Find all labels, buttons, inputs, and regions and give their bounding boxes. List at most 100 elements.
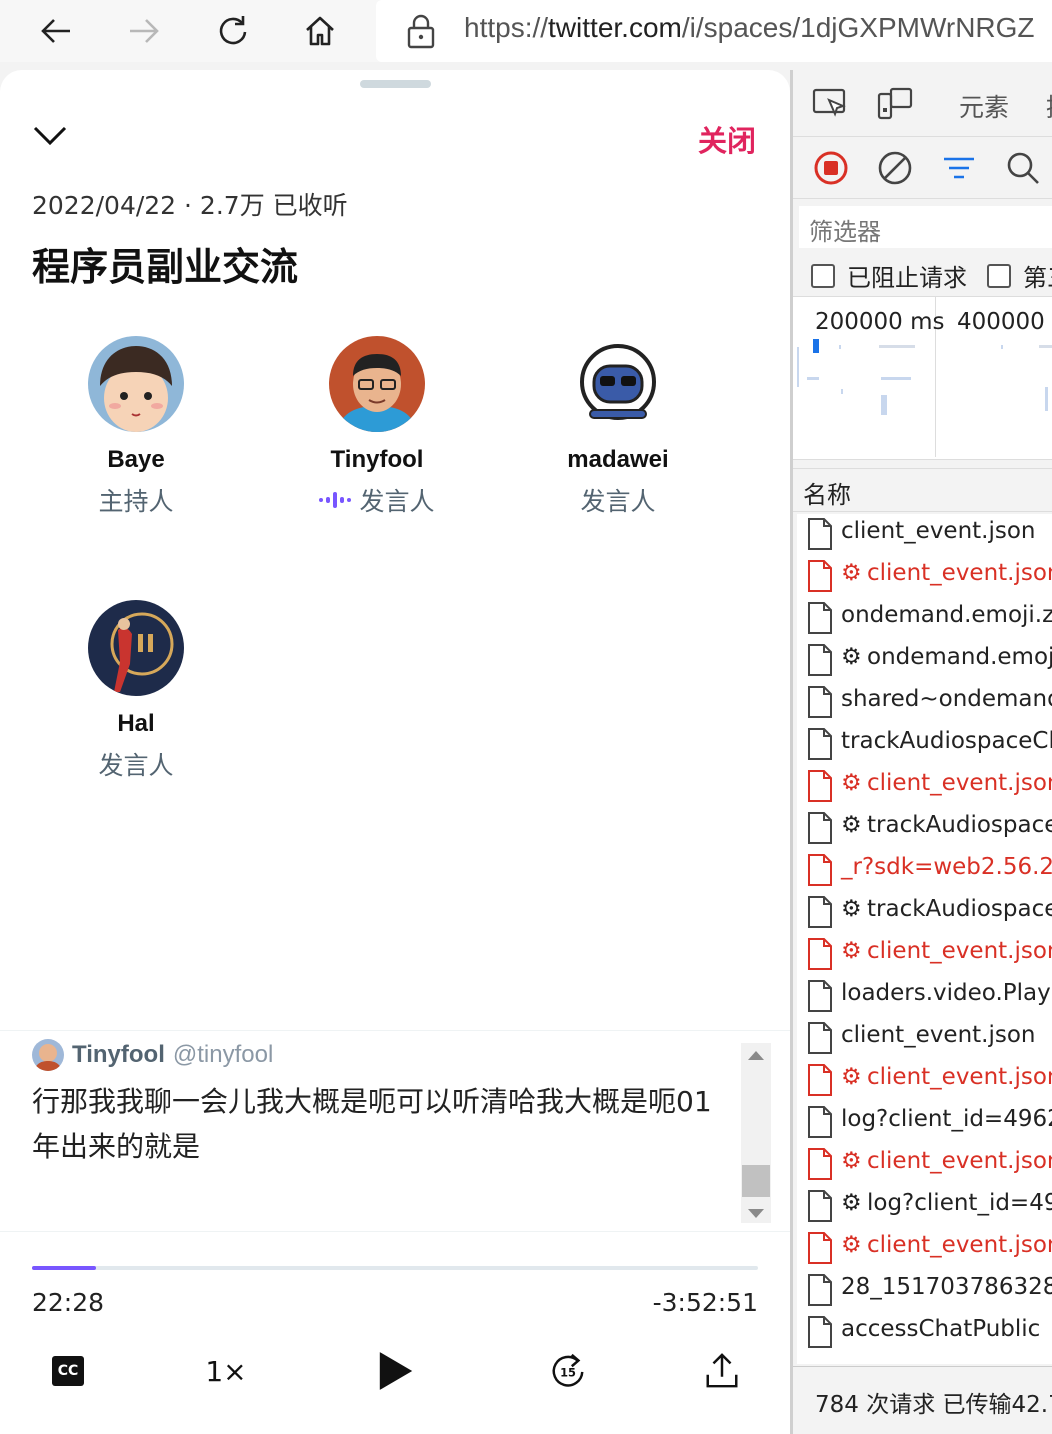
timeline-label-2: 400000 ms [957, 309, 1052, 335]
speaker-role: 发言人 [36, 746, 236, 782]
request-name: trackAudiospaceClie [841, 728, 1052, 754]
file-icon [808, 602, 832, 634]
clear-icon[interactable] [875, 148, 915, 188]
request-name: client_event.json [867, 1064, 1052, 1090]
avatar-hal-icon [88, 600, 184, 696]
inspect-element-icon[interactable] [811, 86, 851, 122]
request-row[interactable]: ⚙ client_event.json [797, 1144, 1052, 1186]
request-row[interactable]: ⚙ ondemand.emoji. [797, 640, 1052, 682]
tab-elements[interactable]: 元素 [959, 88, 1009, 124]
avatar [570, 336, 666, 432]
search-icon[interactable] [1003, 148, 1043, 188]
request-row[interactable]: accessChatPublic [797, 1312, 1052, 1354]
request-row[interactable]: trackAudiospaceClie [797, 724, 1052, 766]
filter-checkboxes: 已阻止请求 第三 [793, 250, 1052, 294]
request-row[interactable]: ondemand.emoji.zh. [797, 598, 1052, 640]
refresh-icon [219, 16, 247, 45]
blocked-requests-checkbox[interactable]: 已阻止请求 [811, 258, 967, 293]
request-name: log?client_id=496 [867, 1190, 1052, 1216]
speaker-madawei[interactable]: madawei 发言人 [518, 336, 718, 518]
role-label: 发言人 [580, 487, 656, 516]
speaker-hal[interactable]: Hal 发言人 [36, 600, 236, 782]
file-icon [808, 980, 832, 1012]
speaker-tinyfool[interactable]: Tinyfool 发言人 [277, 336, 477, 518]
network-overview[interactable]: 200000 ms 400000 ms [793, 296, 1052, 460]
file-icon [808, 1274, 832, 1306]
file-icon [808, 1148, 832, 1180]
speaking-waveform-icon [319, 492, 352, 508]
filter-icon[interactable] [939, 148, 979, 188]
scroll-up-icon[interactable] [748, 1051, 764, 1060]
progress-fill [32, 1266, 96, 1270]
caption-scrollbar[interactable] [741, 1043, 771, 1223]
file-icon [808, 728, 832, 760]
request-name: shared~ondemand.I [841, 686, 1052, 712]
url-text[interactable]: https://twitter.com/i/spaces/1djGXPMWrNR… [464, 12, 1035, 44]
elapsed-time: 22:28 [32, 1288, 105, 1317]
playback-speed-button[interactable]: 1× [204, 1336, 248, 1406]
playback-progress[interactable] [32, 1266, 758, 1270]
request-row[interactable]: ⚙trackAudiospaceC [797, 808, 1052, 850]
request-name: client_event.json [867, 1232, 1052, 1258]
request-name: ondemand.emoji.zh. [841, 602, 1052, 628]
speaker-name: Tinyfool [330, 446, 424, 473]
request-row[interactable]: log?client_id=49625 [797, 1102, 1052, 1144]
caption-avatar [32, 1039, 64, 1071]
skip-forward-button[interactable]: 15 [546, 1336, 590, 1406]
chevron-down-icon[interactable] [30, 118, 70, 154]
request-row[interactable]: ⚙ client_event.json [797, 766, 1052, 808]
third-party-checkbox[interactable]: 第三 [987, 258, 1052, 293]
request-row[interactable]: 28_15170378632838 [797, 1270, 1052, 1312]
request-row[interactable]: ⚙ client_event.json [797, 1228, 1052, 1270]
filter-input[interactable]: 筛选器 [799, 206, 1052, 248]
request-row[interactable]: ⚙log?client_id=496 [797, 1186, 1052, 1228]
skip-seconds: 15 [560, 1366, 576, 1380]
file-icon [808, 854, 832, 886]
skip-forward-15-icon: 15 [552, 1353, 584, 1387]
share-button[interactable] [700, 1336, 744, 1406]
request-row[interactable]: loaders.video.Player [797, 976, 1052, 1018]
refresh-button[interactable] [204, 6, 260, 56]
request-row[interactable]: ⚙ client_event.json [797, 556, 1052, 598]
back-button[interactable] [28, 6, 84, 56]
request-row[interactable]: client_event.json [797, 514, 1052, 556]
device-toolbar-icon[interactable] [875, 86, 915, 122]
speaker-name: madawei [567, 446, 669, 473]
forward-button[interactable] [116, 6, 172, 56]
request-row[interactable]: ⚙ client_event.json [797, 1060, 1052, 1102]
speaker-baye[interactable]: Baye 主持人 [36, 336, 236, 518]
close-button[interactable]: 关闭 [698, 118, 756, 160]
tab-console[interactable]: 控 [1046, 88, 1052, 124]
gear-icon: ⚙ [841, 770, 862, 796]
scrollbar-thumb[interactable] [742, 1165, 770, 1197]
checkbox-box[interactable] [987, 263, 1011, 288]
request-row[interactable]: ⚙trackAudiospaceC [797, 892, 1052, 934]
play-button[interactable] [370, 1336, 422, 1406]
checkbox-box[interactable] [811, 263, 835, 288]
address-bar[interactable]: https://twitter.com/i/spaces/1djGXPMWrNR… [376, 0, 1052, 62]
filter-placeholder: 筛选器 [809, 218, 881, 246]
request-name: log?client_id=49625 [841, 1106, 1052, 1132]
share-icon [706, 1353, 738, 1388]
file-icon [808, 1232, 832, 1264]
drag-handle[interactable] [360, 80, 431, 88]
speaker-name: Hal [117, 710, 155, 737]
request-name: client_event.json [867, 560, 1052, 586]
request-name: client_event.json [841, 1022, 1036, 1048]
request-row[interactable]: ⚙ client_event.json [797, 934, 1052, 976]
gear-icon: ⚙ [841, 896, 862, 922]
request-row[interactable]: client_event.json [797, 1018, 1052, 1060]
request-list: client_event.json ⚙ client_event.json ondem… [797, 514, 1052, 1364]
captions-button[interactable]: CC [50, 1336, 86, 1406]
checkbox-label: 已阻止请求 [847, 264, 967, 292]
home-button[interactable] [292, 6, 348, 56]
request-row[interactable]: shared~ondemand.I [797, 682, 1052, 724]
record-stop-icon[interactable] [811, 148, 851, 188]
request-row[interactable]: _r?sdk=web2.56.2&b [797, 850, 1052, 892]
gear-icon: ⚙ [841, 644, 862, 670]
column-header-name[interactable]: 名称 [793, 468, 1052, 512]
request-summary: 784 次请求 已传输42.7 [815, 1392, 1052, 1418]
request-name: client_event.json [867, 770, 1052, 796]
space-meta: 2022/04/22 · 2.7万 已收听 [32, 191, 348, 220]
scroll-down-icon[interactable] [748, 1209, 764, 1218]
